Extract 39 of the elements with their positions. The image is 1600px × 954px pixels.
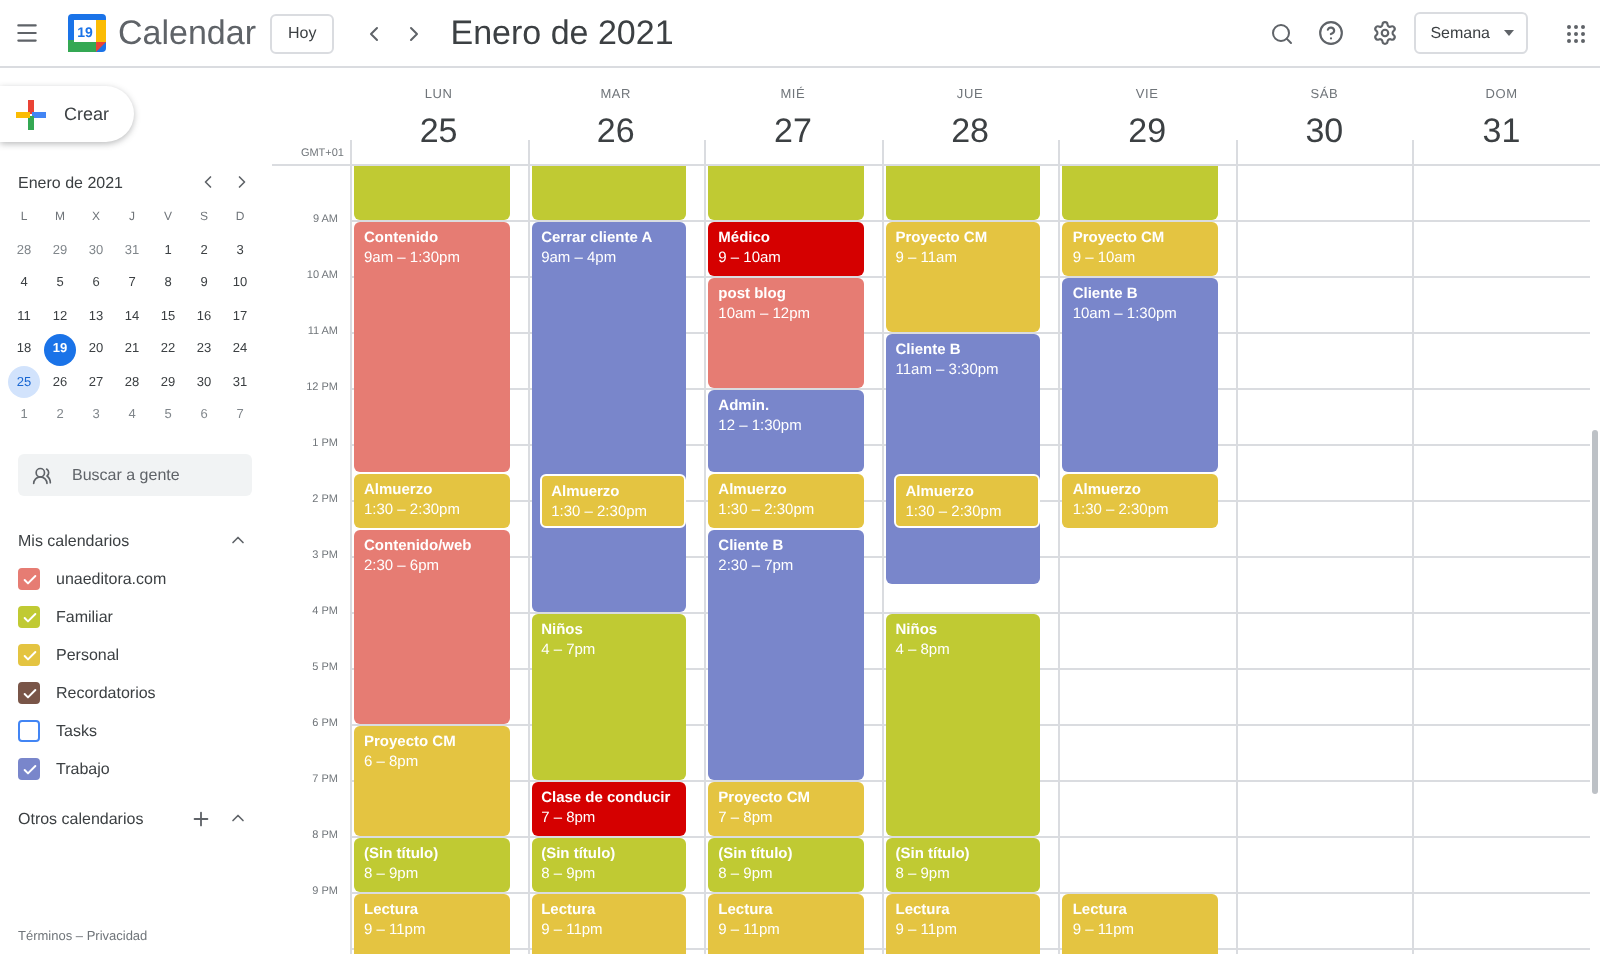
menu-button[interactable] [14,20,40,46]
mini-calendar-title: Enero de 2021 [18,173,125,191]
add-button[interactable] [190,807,212,829]
calendar-checkbox[interactable] [18,644,40,666]
date-number[interactable]: 27 [773,112,812,152]
calendar-name: Recordatorios [56,684,156,702]
help-button[interactable] [1318,20,1345,46]
section-title: Otros calendarios [18,809,146,827]
search-button[interactable] [1270,21,1295,45]
create-button[interactable]: Crear [0,86,134,142]
plus-icon [16,99,46,129]
section-title: Mis calendarios [18,531,132,549]
date-number[interactable]: 25 [419,112,458,152]
app-name: Calendar [118,13,258,53]
scrollbar[interactable] [1592,430,1598,794]
date-number[interactable]: 29 [1128,112,1167,152]
people-icon [32,465,52,485]
people-search-input[interactable]: Buscar a gente [68,464,228,486]
caret-icon [1504,30,1514,36]
calendar-name: Trabajo [56,760,110,778]
people-search-field[interactable]: Buscar a gente [18,454,252,496]
settings-button[interactable] [1372,20,1399,46]
calendar-name: Tasks [56,722,97,740]
calendar-checkbox[interactable] [18,682,40,704]
calendar-name: Personal [56,646,120,664]
calendar-checkbox[interactable] [18,568,40,590]
calendar-checkbox[interactable] [18,606,40,628]
date-number[interactable]: 31 [1482,112,1521,152]
calendar-checkbox[interactable] [18,720,40,742]
calendar-name: Familiar [56,608,113,626]
apps-button[interactable] [1564,21,1588,45]
period-title: Enero de 2021 [450,13,674,53]
date-number[interactable]: 26 [596,112,635,152]
date-number[interactable]: 30 [1305,112,1344,152]
view-dropdown[interactable]: Semana [1414,12,1528,54]
calendar-checkbox[interactable] [18,758,40,780]
today-button[interactable]: Hoy [270,13,335,53]
date-number[interactable]: 28 [951,112,989,152]
calendar-name: unaeditora.com [56,570,167,588]
